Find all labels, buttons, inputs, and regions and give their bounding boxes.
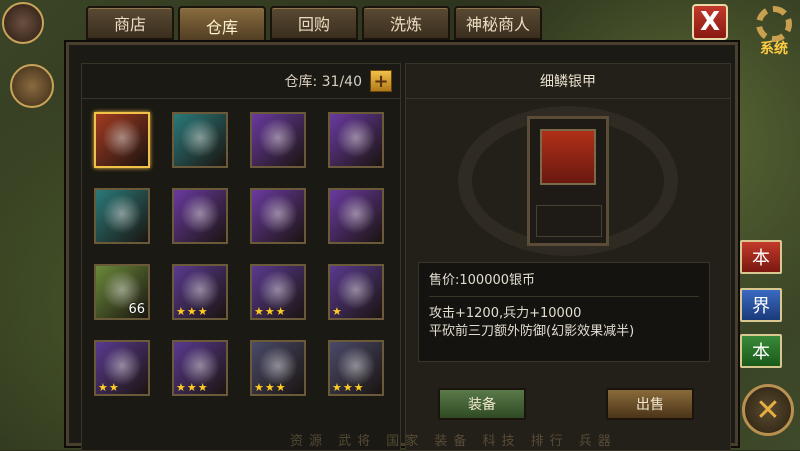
crossed-swords-icon[interactable]: ✕ bbox=[742, 384, 794, 436]
inventory-slot[interactable]: ★★★ bbox=[172, 340, 228, 396]
star-rating: ★★ bbox=[98, 381, 120, 394]
inventory-slot[interactable] bbox=[328, 188, 384, 244]
shop-tabs: 商店 仓库 回购 洗炼 神秘商人 bbox=[86, 6, 542, 46]
side-button-1[interactable]: 本 bbox=[740, 240, 782, 274]
ore-icon bbox=[256, 118, 300, 162]
armor-icon bbox=[540, 129, 596, 185]
item-preview-frame bbox=[527, 116, 609, 246]
tab-refine[interactable]: 洗炼 bbox=[362, 6, 450, 40]
inventory-slot[interactable]: ★★★ bbox=[250, 340, 306, 396]
inventory-slot[interactable]: ★ bbox=[328, 264, 384, 320]
inventory-slot[interactable]: ★★★ bbox=[172, 264, 228, 320]
tab-mystery-merchant[interactable]: 神秘商人 bbox=[454, 6, 542, 40]
star-rating: ★★★ bbox=[176, 305, 209, 318]
system-button[interactable]: 系统 bbox=[750, 6, 798, 57]
side-button-3[interactable]: 本 bbox=[740, 334, 782, 368]
item-title: 细鳞银甲 bbox=[406, 64, 730, 99]
warehouse-panel: 仓库: 31/40 + 66 ★★★ ★★★ ★ ★★ ★★★ ★★★ ★★★ 细鳞银甲 售价… bbox=[66, 42, 738, 451]
equip-button[interactable]: 装备 bbox=[438, 388, 526, 420]
inventory-slot[interactable] bbox=[94, 112, 150, 168]
inventory-slot[interactable]: ★★★ bbox=[328, 340, 384, 396]
inventory-grid: 66 ★★★ ★★★ ★ ★★ ★★★ ★★★ ★★★ bbox=[94, 112, 384, 396]
inventory-slot[interactable] bbox=[94, 188, 150, 244]
expand-inventory-button[interactable]: + bbox=[370, 70, 392, 92]
armor-icon bbox=[100, 118, 144, 162]
general-avatar[interactable] bbox=[10, 64, 54, 108]
inventory-slot[interactable]: ★★ bbox=[94, 340, 150, 396]
star-rating: ★★★ bbox=[254, 381, 287, 394]
bottom-nav: 资源 武将 国家 装备 科技 排行 兵器 bbox=[290, 434, 617, 449]
tab-buyback[interactable]: 回购 bbox=[270, 6, 358, 40]
close-button[interactable]: X bbox=[692, 4, 728, 40]
item-stats: 攻击+1200,兵力+10000 bbox=[429, 306, 582, 321]
item-price: 售价:100000银币 bbox=[429, 269, 699, 297]
scroll-bundle-icon bbox=[256, 194, 300, 238]
blade-icon bbox=[100, 194, 144, 238]
inventory-slot[interactable] bbox=[250, 112, 306, 168]
inventory-header: 仓库: 31/40 + bbox=[82, 64, 400, 99]
star-rating: ★ bbox=[332, 305, 343, 318]
ore-icon bbox=[334, 118, 378, 162]
player-avatar[interactable] bbox=[2, 2, 44, 44]
system-label: 系统 bbox=[760, 41, 788, 57]
scroll-icon bbox=[178, 118, 222, 162]
scroll-bundle-icon bbox=[178, 194, 222, 238]
tab-shop[interactable]: 商店 bbox=[86, 6, 174, 40]
inventory-count: 仓库: 31/40 bbox=[284, 74, 362, 90]
inventory-slot[interactable]: 66 bbox=[94, 264, 150, 320]
gear-icon bbox=[756, 6, 792, 42]
inventory-slot[interactable] bbox=[172, 112, 228, 168]
side-button-2[interactable]: 界 bbox=[740, 288, 782, 322]
star-rating: ★★★ bbox=[176, 381, 209, 394]
inventory-slot[interactable] bbox=[250, 188, 306, 244]
inventory-section: 仓库: 31/40 + 66 ★★★ ★★★ ★ ★★ ★★★ ★★★ ★★★ bbox=[81, 63, 401, 451]
star-rating: ★★★ bbox=[254, 305, 287, 318]
item-description: 售价:100000银币 攻击+1200,兵力+10000 平砍前三刀额外防御(幻… bbox=[418, 262, 710, 362]
scroll-bundle-icon bbox=[334, 194, 378, 238]
item-detail-section: 细鳞银甲 售价:100000银币 攻击+1200,兵力+10000 平砍前三刀额… bbox=[405, 63, 731, 451]
tab-warehouse[interactable]: 仓库 bbox=[178, 6, 266, 46]
preview-sub-slot bbox=[536, 205, 602, 237]
inventory-slot[interactable]: ★★★ bbox=[250, 264, 306, 320]
item-quantity: 66 bbox=[128, 302, 145, 317]
item-effect: 平砍前三刀额外防御(幻影效果减半) bbox=[429, 324, 635, 339]
star-rating: ★★★ bbox=[332, 381, 365, 394]
sell-button[interactable]: 出售 bbox=[606, 388, 694, 420]
inventory-slot[interactable] bbox=[172, 188, 228, 244]
inventory-slot[interactable] bbox=[328, 112, 384, 168]
